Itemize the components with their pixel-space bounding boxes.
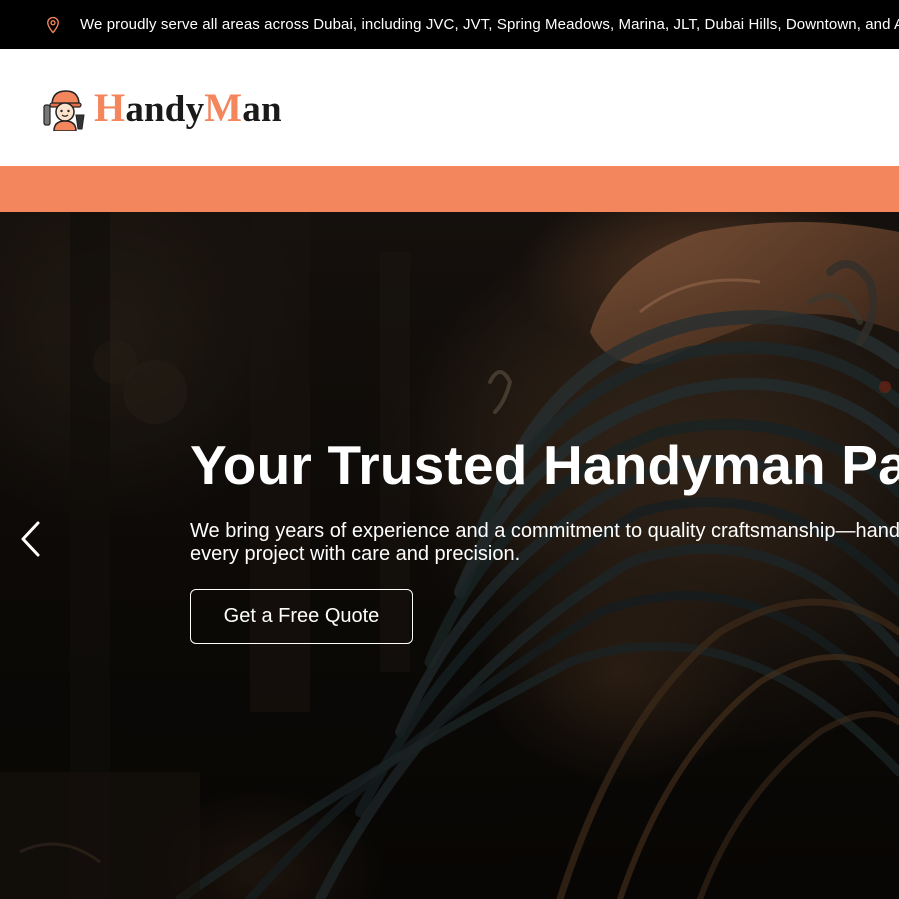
hero-content: Your Trusted Handyman Partner We bring y… [190, 434, 899, 644]
logo-text-andy: andy [125, 89, 205, 130]
nav-bar [0, 166, 899, 212]
handyman-mascot-icon [43, 89, 85, 131]
announcement-text: We proudly serve all areas across Dubai,… [80, 16, 899, 33]
hero-slider: Your Trusted Handyman Partner We bring y… [0, 212, 899, 899]
announcement-bar: We proudly serve all areas across Dubai,… [0, 0, 899, 49]
logo-initial-h: H [94, 85, 126, 130]
logo-link[interactable]: HandyMan [42, 84, 282, 131]
hero-title: Your Trusted Handyman Partner [190, 434, 899, 496]
logo-text-an: an [242, 89, 282, 130]
logo-initial-m: M [204, 85, 243, 130]
chevron-left-icon[interactable] [18, 520, 44, 558]
site-header: HandyMan [0, 49, 899, 166]
logo-wordmark: HandyMan [94, 84, 282, 131]
hero-subtitle-line-1: We bring years of experience and a commi… [190, 520, 899, 542]
location-pin-icon [47, 16, 59, 34]
get-free-quote-button[interactable]: Get a Free Quote [190, 589, 413, 644]
hero-subtitle-line-2: every project with care and precision. [190, 543, 521, 565]
hero-subtitle: We bring years of experience and a commi… [190, 520, 899, 566]
